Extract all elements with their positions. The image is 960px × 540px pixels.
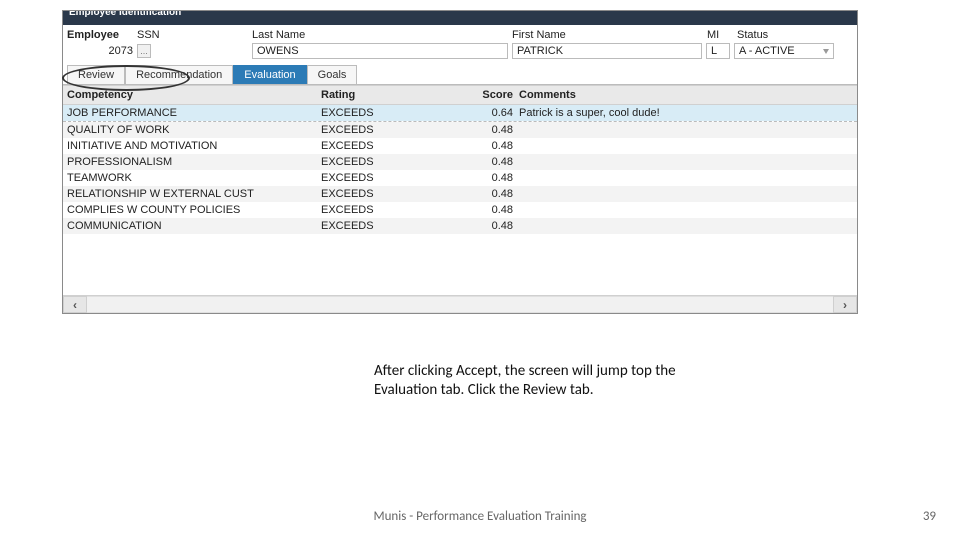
label-ssn: SSN	[137, 29, 252, 41]
cell-rating: EXCEEDS	[321, 156, 461, 168]
cell-comments: Patrick is a super, cool dude!	[519, 107, 853, 119]
table-row[interactable]: COMMUNICATIONEXCEEDS0.48	[63, 218, 857, 234]
last-name-field[interactable]: OWENS	[252, 43, 508, 59]
cell-score: 0.48	[461, 220, 519, 232]
cell-rating: EXCEEDS	[321, 188, 461, 200]
table-row[interactable]: PROFESSIONALISMEXCEEDS0.48	[63, 154, 857, 170]
cell-competency: PROFESSIONALISM	[67, 156, 321, 168]
scroll-left-button[interactable]: ‹	[63, 296, 87, 313]
section-header: Employee Identification	[63, 11, 857, 25]
footer-title: Munis - Performance Evaluation Training	[0, 509, 960, 524]
label-mi: MI	[707, 29, 737, 41]
cell-rating: EXCEEDS	[321, 124, 461, 136]
scroll-right-button[interactable]: ›	[833, 296, 857, 313]
table-row[interactable]: RELATIONSHIP W EXTERNAL CUSTEXCEEDS0.48	[63, 186, 857, 202]
cell-comments	[519, 172, 853, 184]
table-row[interactable]: TEAMWORKEXCEEDS0.48	[63, 170, 857, 186]
cell-competency: INITIATIVE AND MOTIVATION	[67, 140, 321, 152]
cell-rating: EXCEEDS	[321, 107, 461, 119]
cell-score: 0.48	[461, 204, 519, 216]
first-name-field[interactable]: PATRICK	[512, 43, 702, 59]
cell-rating: EXCEEDS	[321, 220, 461, 232]
cell-rating: EXCEEDS	[321, 172, 461, 184]
tab-goals[interactable]: Goals	[307, 65, 358, 84]
cell-comments	[519, 124, 853, 136]
table-row[interactable]: QUALITY OF WORKEXCEEDS0.48	[63, 122, 857, 138]
cell-comments	[519, 140, 853, 152]
label-employee: Employee	[67, 29, 137, 41]
status-value: A - ACTIVE	[739, 45, 795, 57]
cell-competency: RELATIONSHIP W EXTERNAL CUST	[67, 188, 321, 200]
cell-score: 0.48	[461, 140, 519, 152]
tab-review[interactable]: Review	[67, 65, 125, 84]
slide-caption: After clicking Accept, the screen will j…	[374, 362, 724, 400]
cell-score: 0.64	[461, 107, 519, 119]
employee-lookup-button[interactable]: …	[137, 44, 151, 58]
cell-rating: EXCEEDS	[321, 204, 461, 216]
employee-field-labels: Employee SSN Last Name First Name MI Sta…	[63, 25, 857, 41]
tab-strip: ReviewRecommendationEvaluationGoals	[63, 63, 857, 85]
cell-score: 0.48	[461, 124, 519, 136]
table-row[interactable]: COMPLIES W COUNTY POLICIESEXCEEDS0.48	[63, 202, 857, 218]
cell-competency: COMPLIES W COUNTY POLICIES	[67, 204, 321, 216]
app-screenshot: Employee Identification Employee SSN Las…	[62, 10, 858, 314]
horizontal-scrollbar[interactable]: ‹ ›	[63, 295, 857, 313]
cell-competency: TEAMWORK	[67, 172, 321, 184]
employee-number: 2073	[67, 45, 137, 57]
label-last-name: Last Name	[252, 29, 512, 41]
tab-recommendation[interactable]: Recommendation	[125, 65, 233, 84]
cell-rating: EXCEEDS	[321, 140, 461, 152]
scroll-track[interactable]	[87, 296, 833, 313]
cell-comments	[519, 188, 853, 200]
cell-comments	[519, 156, 853, 168]
grid-body: JOB PERFORMANCEEXCEEDS0.64Patrick is a s…	[63, 105, 857, 295]
cell-score: 0.48	[461, 156, 519, 168]
label-first-name: First Name	[512, 29, 707, 41]
grid-header-row: Competency Rating Score Comments	[63, 85, 857, 105]
mi-field[interactable]: L	[706, 43, 730, 59]
cell-comments	[519, 204, 853, 216]
cell-score: 0.48	[461, 172, 519, 184]
col-header-competency[interactable]: Competency	[67, 89, 321, 101]
label-status: Status	[737, 29, 837, 41]
chevron-down-icon	[823, 49, 829, 54]
employee-data-row: 2073 … OWENS PATRICK L A - ACTIVE	[63, 41, 857, 63]
section-title: Employee Identification	[69, 11, 181, 19]
table-row[interactable]: JOB PERFORMANCEEXCEEDS0.64Patrick is a s…	[63, 105, 857, 121]
cell-score: 0.48	[461, 188, 519, 200]
col-header-rating[interactable]: Rating	[321, 89, 461, 101]
cell-competency: JOB PERFORMANCE	[67, 107, 321, 119]
col-header-score[interactable]: Score	[461, 89, 519, 101]
cell-competency: COMMUNICATION	[67, 220, 321, 232]
table-row[interactable]: INITIATIVE AND MOTIVATIONEXCEEDS0.48	[63, 138, 857, 154]
cell-comments	[519, 220, 853, 232]
page-number: 39	[923, 509, 936, 524]
col-header-comments[interactable]: Comments	[519, 89, 853, 101]
status-dropdown[interactable]: A - ACTIVE	[734, 43, 834, 59]
tab-evaluation[interactable]: Evaluation	[233, 65, 306, 84]
cell-competency: QUALITY OF WORK	[67, 124, 321, 136]
